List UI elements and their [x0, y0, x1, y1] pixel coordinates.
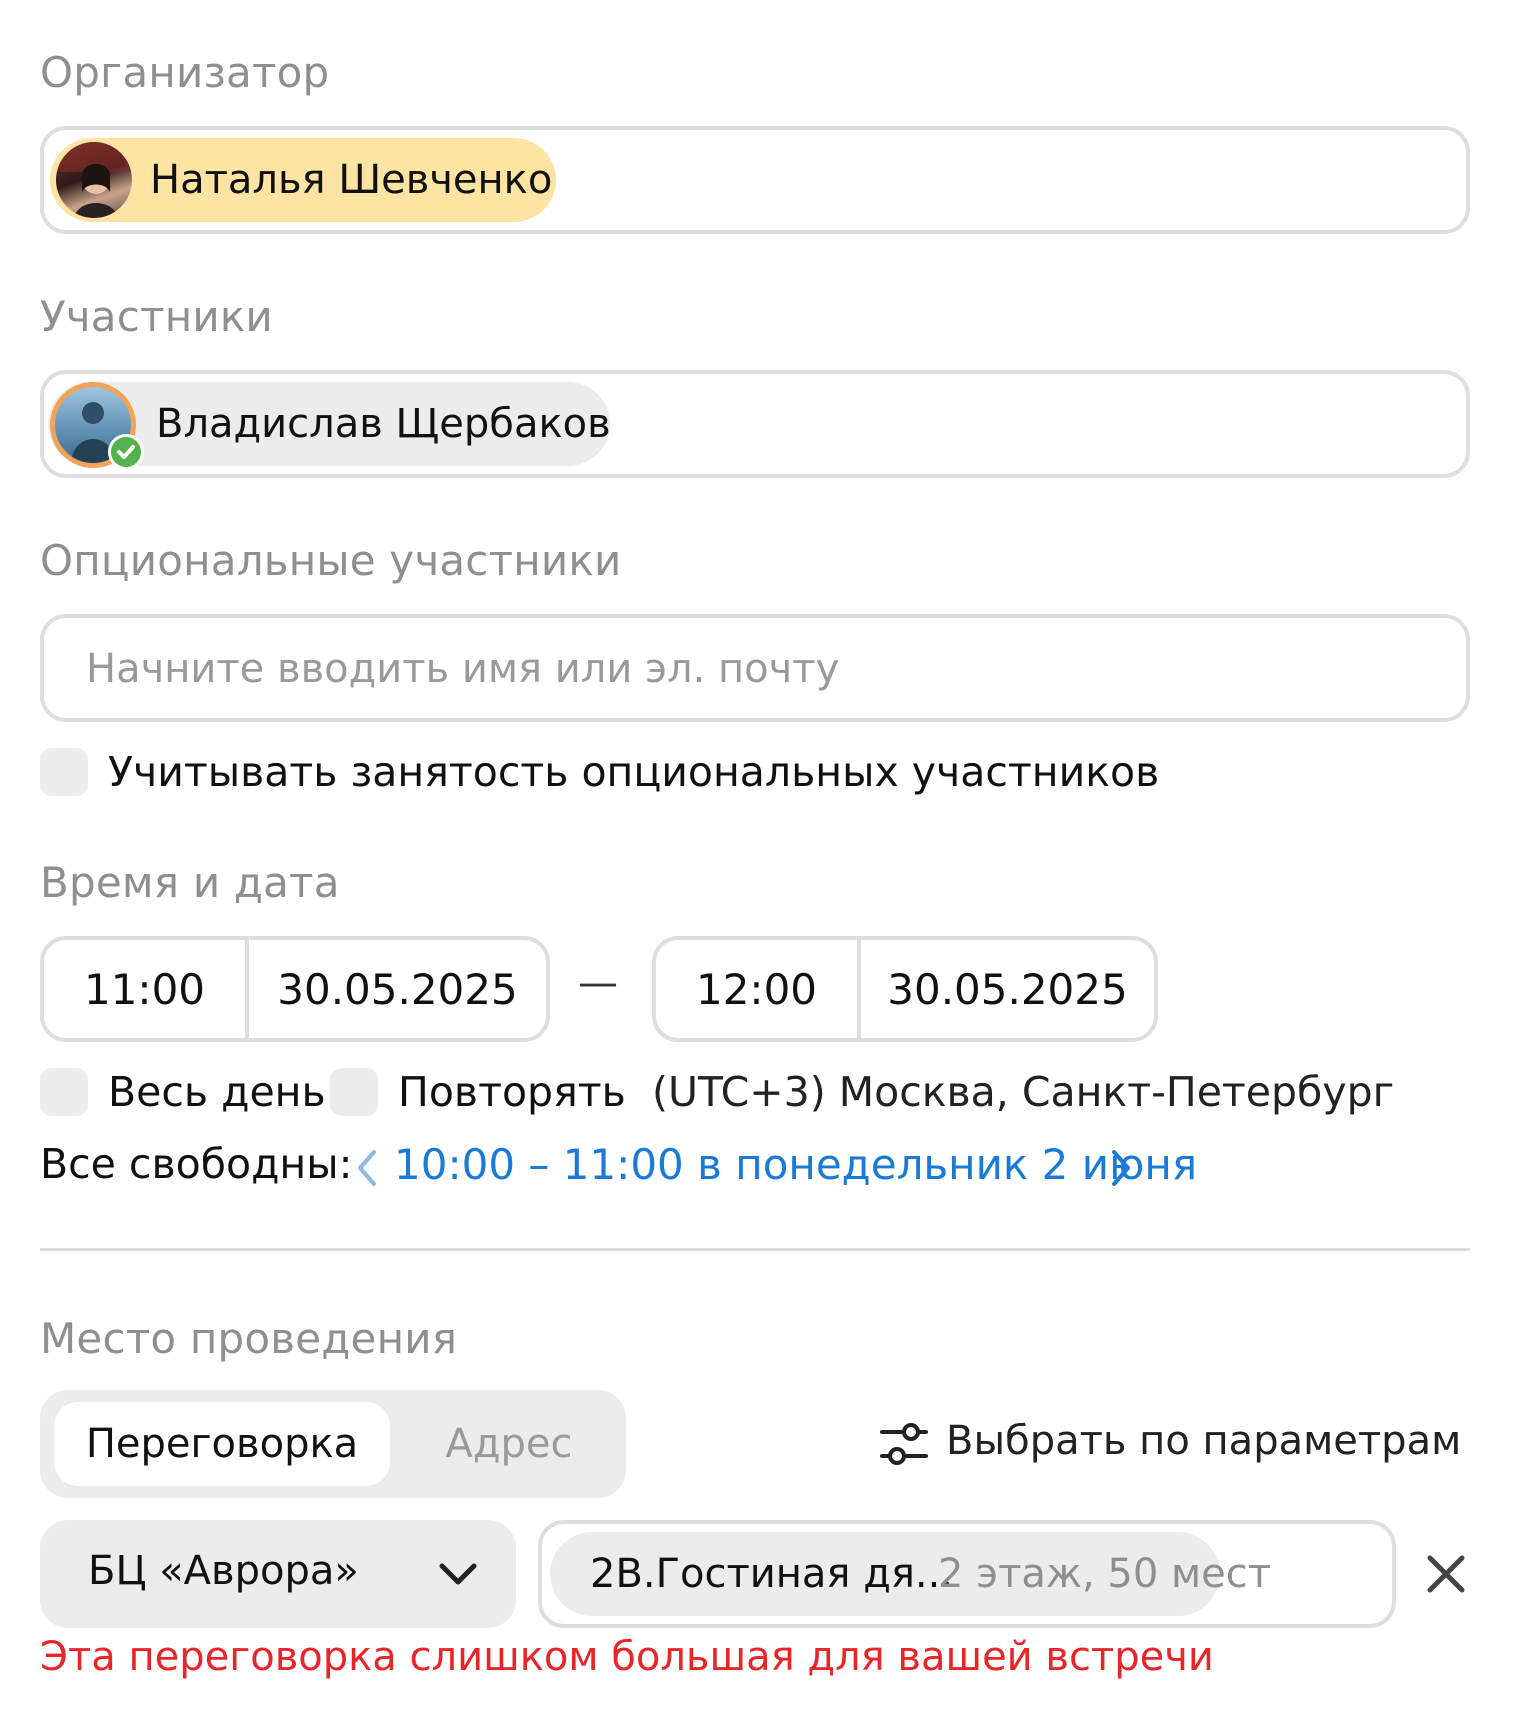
chevron-down-icon — [439, 1563, 477, 1585]
start-date-input[interactable]: 30.05.2025 — [249, 940, 546, 1038]
building-value: БЦ «Аврора» — [88, 1548, 359, 1594]
location-type-tabs: Переговорка Адрес — [40, 1390, 626, 1498]
timezone-selector[interactable]: (UTC+3) Москва, Санкт-Петербург — [652, 1068, 1394, 1116]
optional-participants-label: Опциональные участники — [40, 536, 622, 585]
organizer-label: Организатор — [40, 48, 330, 97]
repeat-checkbox[interactable] — [330, 1068, 378, 1116]
sliders-icon[interactable] — [878, 1418, 930, 1470]
tab-meeting-room[interactable]: Переговорка — [54, 1402, 390, 1486]
organizer-name: Наталья Шевченко — [150, 157, 553, 203]
end-time-input[interactable]: 12:00 — [656, 940, 861, 1038]
check-circle-icon — [108, 434, 144, 470]
tab-address[interactable]: Адрес — [414, 1402, 604, 1486]
end-datetime-field[interactable]: 12:00 30.05.2025 — [652, 936, 1158, 1042]
free-slot-link[interactable]: 10:00 – 11:00 в понедельник 2 июня — [394, 1140, 1197, 1189]
organizer-field[interactable]: Наталья Шевченко — [40, 126, 1470, 234]
participants-field[interactable]: Владислав Щербаков — [40, 370, 1470, 478]
chevron-right-icon[interactable] — [1106, 1146, 1136, 1190]
building-select[interactable]: БЦ «Аврора» — [40, 1520, 516, 1628]
room-chip[interactable]: 2В.Гостиная дя... 2 этаж, 50 мест — [550, 1532, 1271, 1616]
repeat-label: Повторять — [398, 1068, 626, 1116]
end-date-input[interactable]: 30.05.2025 — [861, 940, 1154, 1038]
optional-participants-input[interactable] — [84, 636, 1408, 702]
close-icon[interactable] — [1424, 1552, 1468, 1596]
room-field[interactable]: 2В.Гостиная дя... 2 этаж, 50 мест — [538, 1520, 1396, 1628]
start-datetime-field[interactable]: 11:00 30.05.2025 — [40, 936, 550, 1042]
location-label: Место проведения — [40, 1314, 458, 1363]
section-divider — [40, 1248, 1470, 1251]
room-too-big-warning: Эта переговорка слишком большая для ваше… — [40, 1634, 1214, 1680]
room-details: 2 этаж, 50 мест — [938, 1551, 1272, 1597]
all-free-label: Все свободны: — [40, 1140, 353, 1188]
all-day-checkbox[interactable] — [40, 1068, 88, 1116]
consider-busy-label: Учитывать занятость опциональных участни… — [108, 748, 1160, 796]
participant-chip[interactable]: Владислав Щербаков — [48, 382, 611, 470]
optional-participants-field[interactable] — [40, 614, 1470, 722]
room-name: 2В.Гостиная дя... — [590, 1551, 954, 1597]
participant-name: Владислав Щербаков — [156, 401, 611, 447]
consider-busy-checkbox[interactable] — [40, 748, 88, 796]
all-day-label: Весь день — [108, 1068, 326, 1116]
range-separator: — — [578, 960, 618, 1006]
start-time-input[interactable]: 11:00 — [44, 940, 249, 1038]
organizer-chip[interactable]: Наталья Шевченко — [50, 138, 556, 222]
chevron-left-icon[interactable] — [352, 1146, 382, 1190]
select-by-params-button[interactable]: Выбрать по параметрам — [946, 1418, 1461, 1464]
person-photo-icon — [56, 142, 132, 218]
participants-label: Участники — [40, 292, 273, 341]
datetime-label: Время и дата — [40, 858, 340, 907]
